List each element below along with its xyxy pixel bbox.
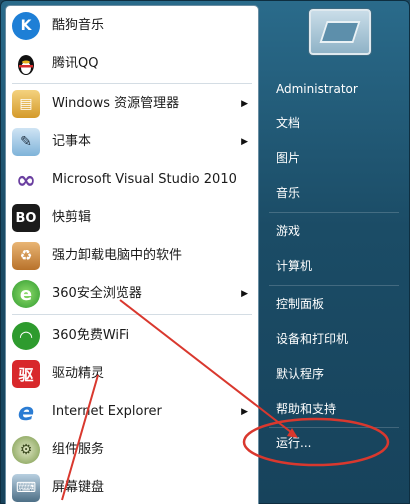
right-item-default-programs[interactable]: 默认程序	[259, 358, 410, 390]
program-item-visual-studio[interactable]: ∞ Microsoft Visual Studio 2010	[6, 162, 258, 198]
program-item-360-browser[interactable]: e 360安全浏览器 ▶	[6, 276, 258, 312]
program-item-notepad[interactable]: ✎ 记事本 ▶	[6, 124, 258, 160]
program-item-internet-explorer[interactable]: e Internet Explorer ▶	[6, 394, 258, 430]
internet-explorer-icon: e	[17, 398, 35, 426]
explorer-folder-icon: ▤	[12, 90, 40, 118]
on-screen-keyboard-icon: ⌨	[12, 474, 40, 502]
program-label: 快剪辑	[52, 210, 92, 225]
separator	[12, 83, 252, 84]
program-item-component-services[interactable]: ⚙ 组件服务	[6, 432, 258, 468]
visual-studio-icon: ∞	[16, 166, 36, 194]
right-item-devices-printers[interactable]: 设备和打印机	[259, 323, 410, 355]
component-services-icon: ⚙	[12, 436, 40, 464]
program-label: 腾讯QQ	[52, 56, 99, 71]
programs-pane: K 酷狗音乐 腾讯QQ ▤ Windows 资源管理器 ▶ ✎ 记事本 ▶ ∞ …	[5, 5, 259, 504]
notepad-icon: ✎	[12, 128, 40, 156]
separator	[269, 212, 399, 213]
program-item-explorer[interactable]: ▤ Windows 资源管理器 ▶	[6, 86, 258, 122]
program-item-driver-genius[interactable]: 驱 驱动精灵	[6, 356, 258, 392]
360-browser-icon: e	[12, 280, 40, 308]
right-item-control-panel[interactable]: 控制面板	[259, 288, 410, 320]
program-item-on-screen-keyboard[interactable]: ⌨ 屏幕键盘	[6, 470, 258, 504]
program-label: 屏幕键盘	[52, 480, 105, 495]
driver-genius-icon: 驱	[12, 360, 40, 388]
program-item-kugou[interactable]: K 酷狗音乐	[6, 8, 258, 44]
right-item-computer[interactable]: 计算机	[259, 250, 410, 282]
program-label: Windows 资源管理器	[52, 96, 180, 111]
program-item-360-wifi[interactable]: ◠ 360免费WiFi	[6, 318, 258, 354]
right-item-pictures[interactable]: 图片	[259, 142, 410, 174]
right-item-documents[interactable]: 文档	[259, 107, 410, 139]
360-wifi-icon: ◠	[12, 322, 40, 350]
uninstall-box-icon: ♻	[12, 242, 40, 270]
program-label: 强力卸载电脑中的软件	[52, 248, 183, 263]
kuaijianji-icon: BO	[12, 204, 40, 232]
right-item-user[interactable]: Administrator	[259, 73, 410, 105]
submenu-arrow-icon[interactable]: ▶	[241, 124, 248, 160]
program-label: 记事本	[52, 134, 92, 149]
kugou-music-icon: K	[12, 12, 40, 40]
qq-penguin-icon	[12, 50, 40, 78]
separator	[12, 314, 252, 315]
submenu-arrow-icon[interactable]: ▶	[241, 276, 248, 312]
program-label: Internet Explorer	[52, 404, 162, 419]
program-label: Microsoft Visual Studio 2010	[52, 172, 237, 187]
user-picture-icon[interactable]	[309, 9, 371, 55]
program-label: 酷狗音乐	[52, 18, 105, 33]
program-item-kuaijianji[interactable]: BO 快剪辑	[6, 200, 258, 236]
submenu-arrow-icon[interactable]: ▶	[241, 394, 248, 430]
program-label: 360安全浏览器	[52, 286, 142, 301]
program-label: 组件服务	[52, 442, 105, 457]
right-item-music[interactable]: 音乐	[259, 177, 410, 209]
separator	[269, 285, 399, 286]
places-pane: Administrator 文档 图片 音乐 游戏 计算机 控制面板 设备和打印…	[259, 1, 410, 504]
right-item-help-support[interactable]: 帮助和支持	[259, 393, 410, 425]
start-menu: K 酷狗音乐 腾讯QQ ▤ Windows 资源管理器 ▶ ✎ 记事本 ▶ ∞ …	[0, 0, 410, 504]
program-item-qq[interactable]: 腾讯QQ	[6, 46, 258, 82]
program-label: 驱动精灵	[52, 366, 105, 381]
program-label: 360免费WiFi	[52, 328, 130, 343]
right-item-run[interactable]: 运行...	[259, 427, 410, 459]
right-item-games[interactable]: 游戏	[259, 215, 410, 247]
submenu-arrow-icon[interactable]: ▶	[241, 86, 248, 122]
program-item-uninstall[interactable]: ♻ 强力卸载电脑中的软件	[6, 238, 258, 274]
